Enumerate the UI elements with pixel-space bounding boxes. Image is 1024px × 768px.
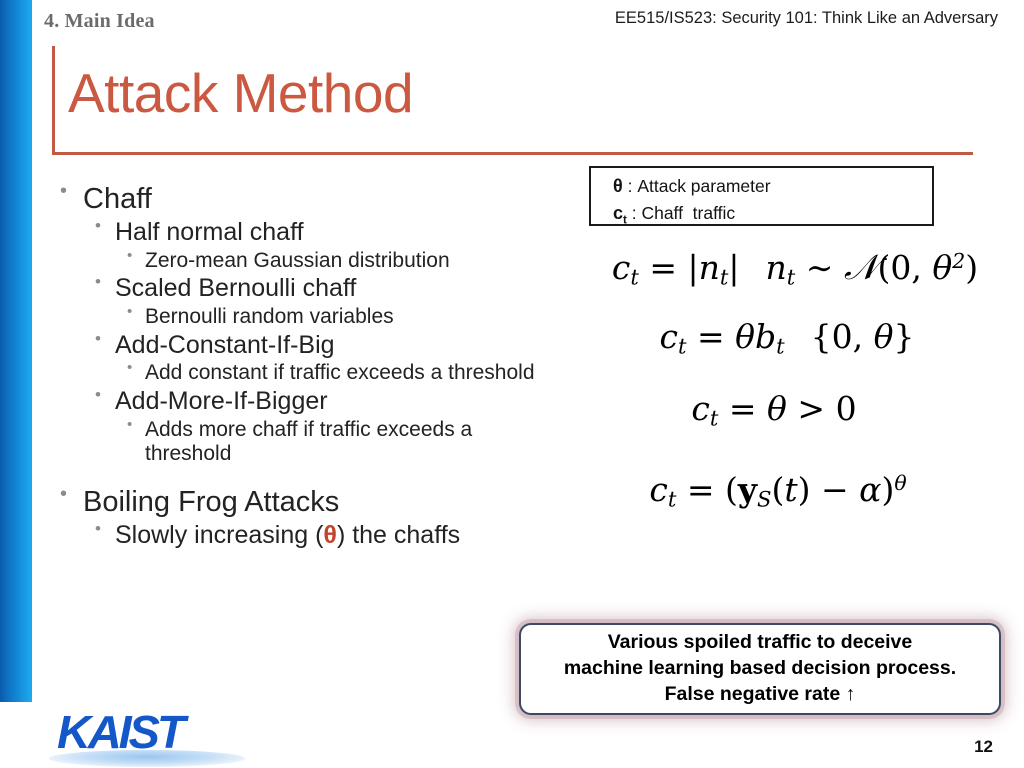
bullet-item-chaff: Chaff xyxy=(55,180,555,216)
slowly-increasing-post: ) the chaffs xyxy=(336,521,461,550)
course-title-label: EE515/IS523: Security 101: Think Like an… xyxy=(614,9,998,27)
callout-box: Various spoiled traffic to deceive machi… xyxy=(519,623,1001,715)
legend-row-theta: θ : Attack parameter xyxy=(613,173,932,200)
bullet-item-add-constant-threshold: Add constant if traffic exceeds a thresh… xyxy=(55,359,555,386)
equation-add-constant-if-big: ct = θ > 0 xyxy=(691,388,857,430)
bullet-item-scaled-bernoulli-chaff: Scaled Bernoulli chaff xyxy=(55,273,555,304)
bullet-item-adds-more-chaff-threshold: Adds more chaff if traffic exceeds a thr… xyxy=(55,416,555,468)
bullet-item-zero-mean-gaussian: Zero-mean Gaussian distribution xyxy=(55,247,555,274)
slide-canvas: 4. Main Idea EE515/IS523: Security 101: … xyxy=(0,0,1024,768)
legend-definition-theta: : Attack parameter xyxy=(622,176,771,196)
slowly-increasing-pre: Slowly increasing ( xyxy=(115,521,324,550)
bullet-item-add-more-if-bigger: Add-More-If-Bigger xyxy=(55,385,555,417)
callout-line-3: False negative rate ↑ xyxy=(664,682,856,705)
bullet-item-slowly-increasing-theta: Slowly increasing (θ) the chaffs xyxy=(55,519,555,551)
callout-line-1: Various spoiled traffic to deceive xyxy=(607,631,913,654)
bullet-item-half-normal-chaff: Half normal chaff xyxy=(55,216,555,248)
bullet-list: Chaff Half normal chaff Zero-mean Gaussi… xyxy=(55,180,555,552)
page-title: Attack Method xyxy=(68,62,414,124)
title-horizontal-rule xyxy=(52,152,973,155)
equation-scaled-bernoulli-chaff: ct = θbt {0, θ} xyxy=(659,317,915,359)
title-vertical-rule xyxy=(52,46,55,154)
left-blue-stripe xyxy=(0,0,32,702)
equation-add-more-if-bigger: ct = (yS(t) − α)θ xyxy=(649,469,907,512)
page-number: 12 xyxy=(974,737,993,756)
legend-symbol-c: ct xyxy=(613,203,627,227)
bullet-item-bernoulli-random-variables: Bernoulli random variables xyxy=(55,303,555,330)
legend-definition-chaff: : Chaff traffic xyxy=(626,203,736,224)
equation-half-normal-chaff: ct = |nt| nt ∼ 𝒩(0, θ2) xyxy=(611,248,979,290)
legend-symbol-c-base: c xyxy=(613,203,624,224)
symbol-legend-box: θ : Attack parameter ct : Chaff traffic xyxy=(589,166,934,227)
bullet-item-boiling-frog-attacks: Boiling Frog Attacks xyxy=(55,483,555,519)
equation-block: ct = |nt| nt ∼ 𝒩(0, θ2) ct = θbt {0, θ} ct… xyxy=(540,248,1024,511)
callout-text: Various spoiled traffic to deceive machi… xyxy=(556,630,964,708)
bullet-item-add-constant-if-big: Add-Constant-If-Big xyxy=(55,329,555,361)
kaist-logo: KAIST xyxy=(49,705,257,767)
section-label: 4. Main Idea xyxy=(44,10,155,32)
theta-symbol-accent: θ xyxy=(323,521,337,550)
callout-line-2: machine learning based decision process. xyxy=(563,657,957,680)
kaist-logo-wordmark: KAIST xyxy=(57,706,186,758)
legend-symbol-theta: θ xyxy=(613,176,623,196)
legend-row-chaff: ct : Chaff traffic xyxy=(613,200,932,230)
